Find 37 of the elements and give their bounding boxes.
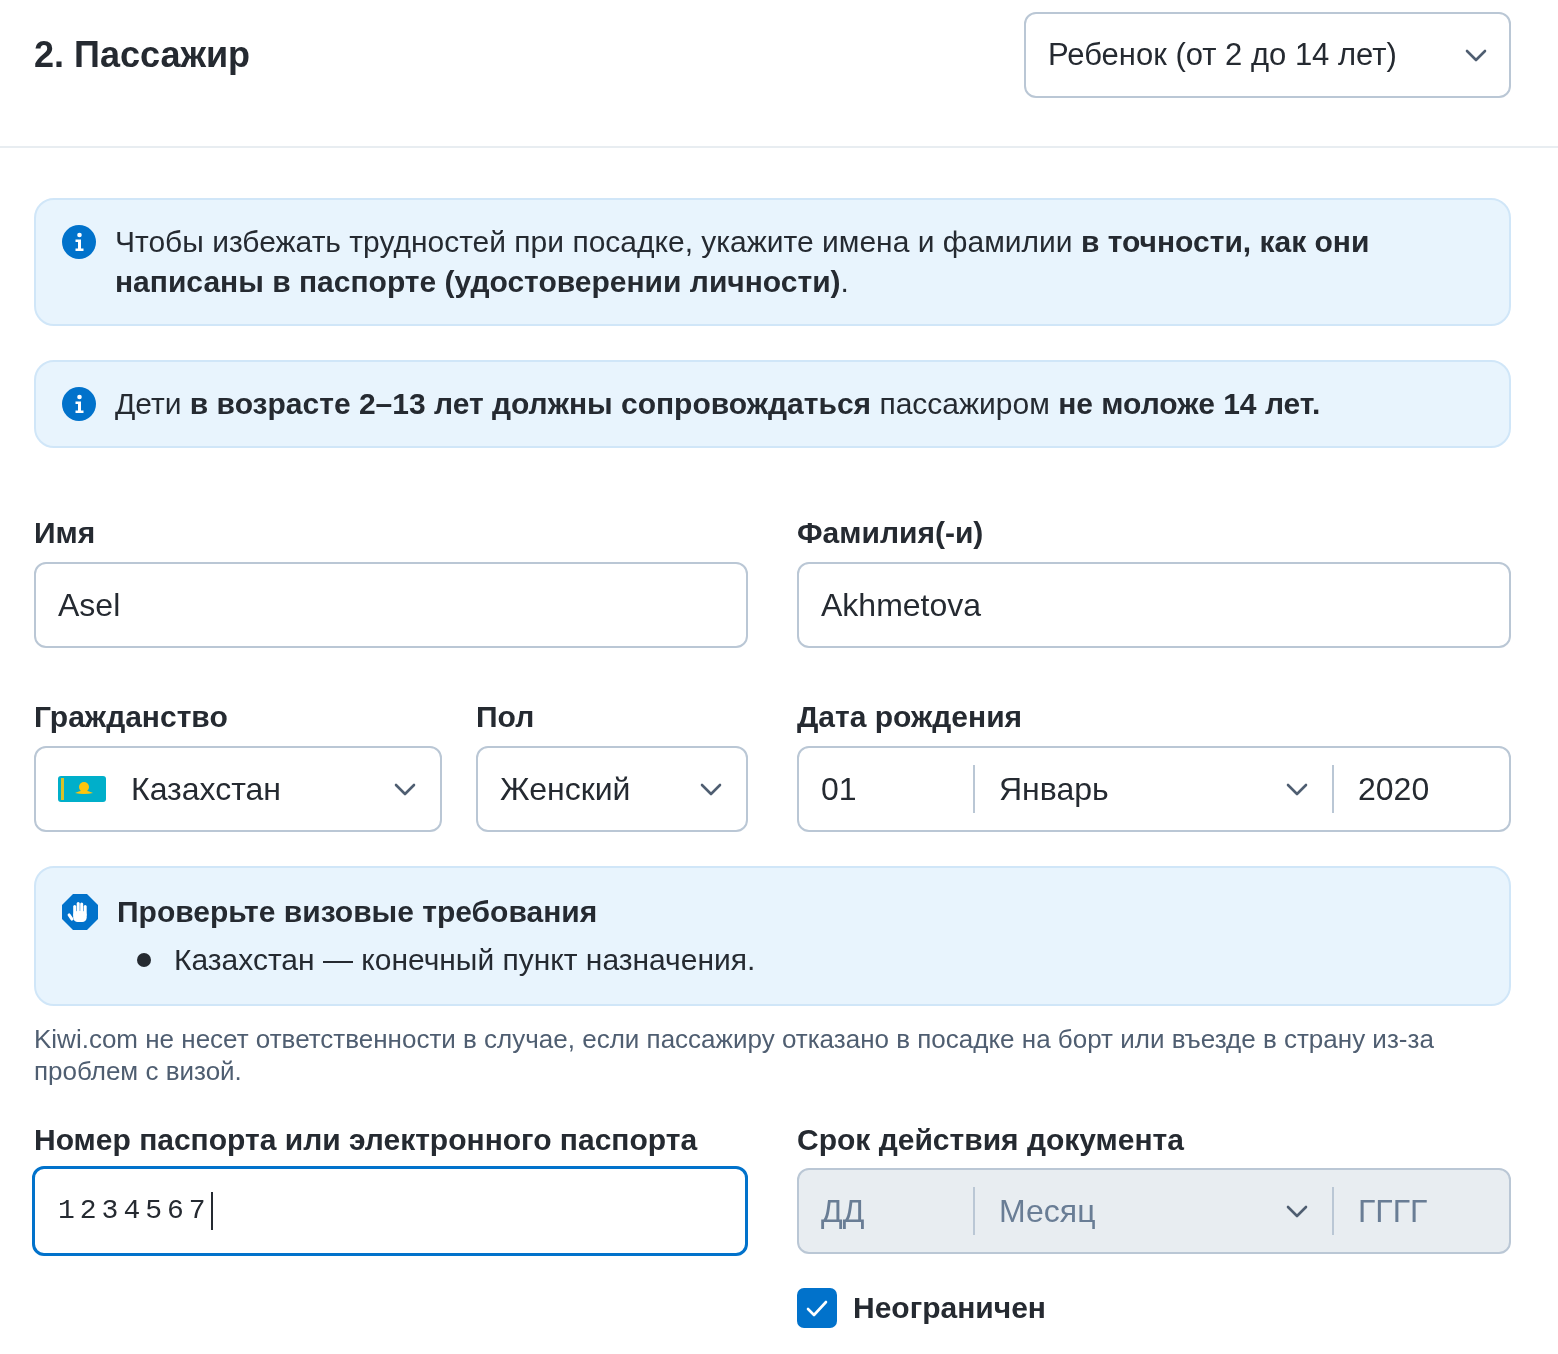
chevron-down-icon: [394, 782, 416, 796]
month-select[interactable]: Январь: [975, 764, 1332, 814]
info-icon: [62, 225, 96, 259]
field-label: Срок действия документа: [797, 1122, 1185, 1158]
flag-icon: [58, 776, 106, 802]
notice-text: Дети в возрасте 2–13 лет должны сопровождаться пассажиром не моложе 14 лет.: [115, 386, 1321, 422]
passenger-type-select[interactable]: Ребенок (от 2 до 14 лет): [1024, 12, 1511, 98]
checkbox-label: Неограничен: [853, 1290, 1046, 1326]
checkmark-icon: [806, 1299, 828, 1317]
field-label: Номер паспорта или электронного паспорта: [34, 1122, 699, 1158]
stop-hand-icon: [62, 894, 98, 930]
text-cursor: [210, 1192, 213, 1230]
day-field[interactable]: 01: [799, 764, 973, 814]
gender-select[interactable]: Женский: [476, 746, 748, 832]
passport-number-field[interactable]: 1234567: [32, 1166, 748, 1256]
visa-notice-title: Проверьте визовые требования: [117, 894, 598, 930]
text-input-field[interactable]: Asel: [34, 562, 748, 648]
visa-notice-item: Казахстан — конечный пункт назначения.: [174, 942, 756, 978]
notice-text: Чтобы избежать трудностей при посадке, укажите имена и фамилии в точности, как они написаны в паспорте (удостоверении личности).: [115, 224, 1371, 300]
nationality-select[interactable]: Казахстан: [34, 746, 442, 832]
select-value: Казахстан: [131, 770, 282, 809]
visa-disclaimer: Kiwi.com не несет ответственности в случае, если пассажиру отказано в посадке на борт или въезде в страну из-за проблем с визой.: [34, 1023, 1435, 1087]
text-input-field[interactable]: Akhmetova: [797, 562, 1511, 648]
unlimited-checkbox[interactable]: [797, 1288, 837, 1328]
field-label: Фамилия(-и): [797, 515, 985, 551]
field-label: Дата рождения: [797, 699, 1024, 735]
section-title: 2. Пассажир: [34, 33, 251, 77]
chevron-down-icon: [1286, 1204, 1308, 1218]
bullet-icon: [137, 953, 151, 967]
field-label: Имя: [34, 515, 97, 551]
chevron-down-icon: [700, 782, 722, 796]
field-label: Гражданство: [34, 699, 229, 735]
chevron-down-icon: [1465, 48, 1487, 62]
year-field[interactable]: 2020: [1334, 764, 1509, 814]
info-icon: [62, 387, 96, 421]
chevron-down-icon: [1286, 782, 1308, 796]
field-label: Пол: [476, 699, 536, 735]
